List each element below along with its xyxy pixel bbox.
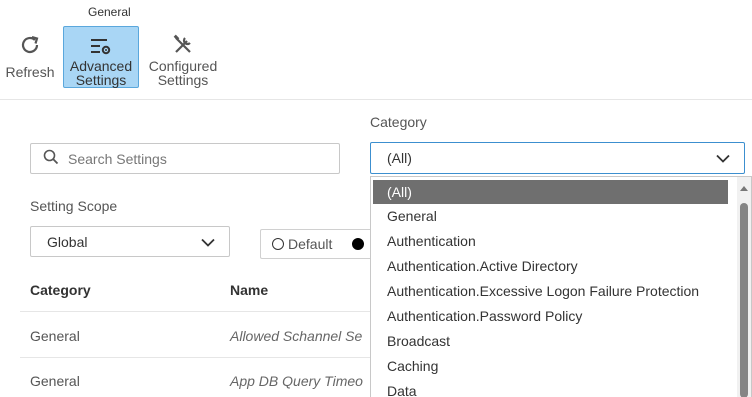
dropdown-option-authentication[interactable]: Authentication <box>371 229 735 254</box>
ribbon-group-label: General <box>88 5 131 19</box>
sliders-gear-icon <box>88 33 114 58</box>
scope-radio-group: Default <box>260 229 380 259</box>
advanced-label-line2: Settings <box>75 72 127 88</box>
dropdown-option-broadcast[interactable]: Broadcast <box>371 329 735 354</box>
grid-header: Category Name <box>20 272 380 312</box>
scroll-up-icon[interactable] <box>740 186 748 191</box>
dropdown-option-all[interactable]: (All) <box>373 180 728 204</box>
configured-label-line1: Configured <box>148 58 218 74</box>
default-radio[interactable] <box>272 238 284 250</box>
table-row[interactable]: General App DB Query Timeo <box>20 358 380 397</box>
search-input[interactable] <box>68 150 318 167</box>
default-radio-label: Default <box>288 236 333 252</box>
category-label: Category <box>370 114 427 130</box>
ribbon-toolbar: General Refresh Advanced Settings Config… <box>0 0 752 100</box>
row-category: General <box>30 328 80 344</box>
advanced-label-line1: Advanced <box>69 58 133 74</box>
refresh-icon <box>17 32 43 58</box>
chevron-down-icon <box>201 234 215 250</box>
category-select[interactable]: (All) <box>370 142 745 174</box>
row-category: General <box>30 373 80 389</box>
advanced-settings-button[interactable]: Advanced Settings <box>63 26 139 88</box>
dropdown-option-general[interactable]: General <box>371 204 735 229</box>
refresh-button[interactable]: Refresh <box>2 26 58 88</box>
scope-select-value: Global <box>47 233 88 250</box>
category-select-value: (All) <box>387 150 412 166</box>
dropdown-scrollbar[interactable] <box>737 177 751 397</box>
search-box[interactable] <box>30 143 340 174</box>
chevron-down-icon <box>716 150 730 166</box>
dropdown-option-data[interactable]: Data <box>371 379 735 397</box>
configured-settings-button[interactable]: Configured Settings <box>143 26 223 88</box>
dropdown-option-auth-password-policy[interactable]: Authentication.Password Policy <box>371 304 735 329</box>
scope-select[interactable]: Global <box>30 226 230 257</box>
configured-radio[interactable] <box>352 238 365 250</box>
dropdown-option-caching[interactable]: Caching <box>371 354 735 379</box>
row-name: Allowed Schannel Se <box>230 328 363 344</box>
dropdown-option-auth-active-directory[interactable]: Authentication.Active Directory <box>371 254 735 279</box>
column-header-category[interactable]: Category <box>30 282 91 298</box>
refresh-label: Refresh <box>5 64 55 80</box>
dropdown-option-auth-logon-failure[interactable]: Authentication.Excessive Logon Failure P… <box>371 279 735 304</box>
category-dropdown-list[interactable]: (All) General Authentication Authenticat… <box>370 176 752 397</box>
tools-icon <box>170 32 196 58</box>
row-name: App DB Query Timeo <box>230 373 363 389</box>
column-header-name[interactable]: Name <box>230 282 268 298</box>
search-icon <box>43 149 59 168</box>
scrollbar-thumb[interactable] <box>740 203 748 397</box>
configured-label-line2: Settings <box>157 72 209 88</box>
table-row[interactable]: General Allowed Schannel Se <box>20 313 380 358</box>
setting-scope-label: Setting Scope <box>30 198 118 214</box>
